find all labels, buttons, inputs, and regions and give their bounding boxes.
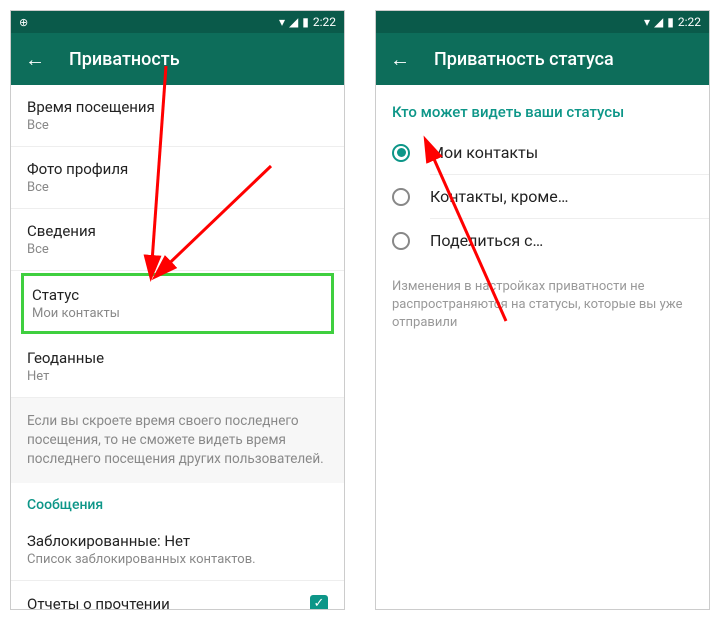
section-who-can-see: Кто может видеть ваши статусы [376, 85, 709, 131]
wifi-icon: ▾ [279, 15, 285, 29]
item-label: Отчеты о прочтении [27, 595, 170, 609]
back-icon[interactable]: ← [25, 47, 45, 72]
back-icon[interactable]: ← [390, 47, 410, 72]
radio-share-with[interactable]: Поделиться с… [376, 219, 709, 262]
radio-label: Контакты, кроме… [430, 187, 568, 206]
status-left-icon: ⊕ [19, 16, 28, 29]
wifi-icon: ▾ [644, 15, 650, 29]
app-bar: ← Приватность статуса [376, 33, 709, 85]
status-bar: ▾ ◢ ▮ 2:22 [376, 11, 709, 33]
item-label: Статус [32, 286, 323, 304]
item-label: Заблокированные: Нет [27, 532, 328, 550]
radio-selected-icon [392, 144, 410, 162]
item-value: Нет [27, 369, 328, 384]
item-value: Все [27, 180, 328, 195]
item-label: Фото профиля [27, 160, 328, 178]
screen-status-privacy: ▾ ◢ ▮ 2:22 ← Приватность статуса Кто мож… [375, 10, 710, 610]
info-changes-note: Изменения в настройках приватности не ра… [376, 262, 709, 349]
item-label: Геоданные [27, 349, 328, 367]
item-read-receipts[interactable]: Отчеты о прочтении ✓ [11, 580, 344, 609]
checkbox-checked-icon[interactable]: ✓ [310, 595, 328, 609]
item-label: Время посещения [27, 98, 328, 116]
signal-icon: ◢ [654, 15, 663, 29]
battery-icon: ▮ [302, 15, 309, 29]
radio-unselected-icon [392, 188, 410, 206]
screen-privacy: ⊕ ▾ ◢ ▮ 2:22 ← Приватность Время посещен… [10, 10, 345, 610]
status-time: 2:22 [678, 15, 701, 29]
item-profile-photo[interactable]: Фото профиля Все [11, 147, 344, 209]
content-area: Время посещения Все Фото профиля Все Све… [11, 85, 344, 609]
item-value: Список заблокированных контактов. [27, 552, 328, 567]
item-value: Все [27, 118, 328, 133]
item-last-seen[interactable]: Время посещения Все [11, 85, 344, 147]
item-about[interactable]: Сведения Все [11, 209, 344, 271]
radio-contacts-except[interactable]: Контакты, кроме… [376, 175, 709, 218]
status-bar: ⊕ ▾ ◢ ▮ 2:22 [11, 11, 344, 33]
page-title: Приватность статуса [434, 49, 614, 70]
info-last-seen: Если вы скроете время своего последнего … [11, 398, 344, 483]
radio-my-contacts[interactable]: Мои контакты [376, 131, 709, 174]
radio-unselected-icon [392, 232, 410, 250]
app-bar: ← Приватность [11, 33, 344, 85]
item-label: Сведения [27, 222, 328, 240]
item-value: Все [27, 242, 328, 257]
radio-label: Мои контакты [430, 143, 538, 162]
radio-label: Поделиться с… [430, 231, 543, 250]
item-blocked[interactable]: Заблокированные: Нет Список заблокирован… [11, 519, 344, 580]
item-status[interactable]: Статус Мои контакты [21, 273, 334, 334]
signal-icon: ◢ [289, 15, 298, 29]
battery-icon: ▮ [667, 15, 674, 29]
page-title: Приватность [69, 49, 180, 70]
item-location[interactable]: Геоданные Нет [11, 336, 344, 398]
section-messages: Сообщения [11, 483, 344, 519]
item-value: Мои контакты [32, 306, 323, 321]
status-time: 2:22 [313, 15, 336, 29]
content-area: Кто может видеть ваши статусы Мои контак… [376, 85, 709, 609]
